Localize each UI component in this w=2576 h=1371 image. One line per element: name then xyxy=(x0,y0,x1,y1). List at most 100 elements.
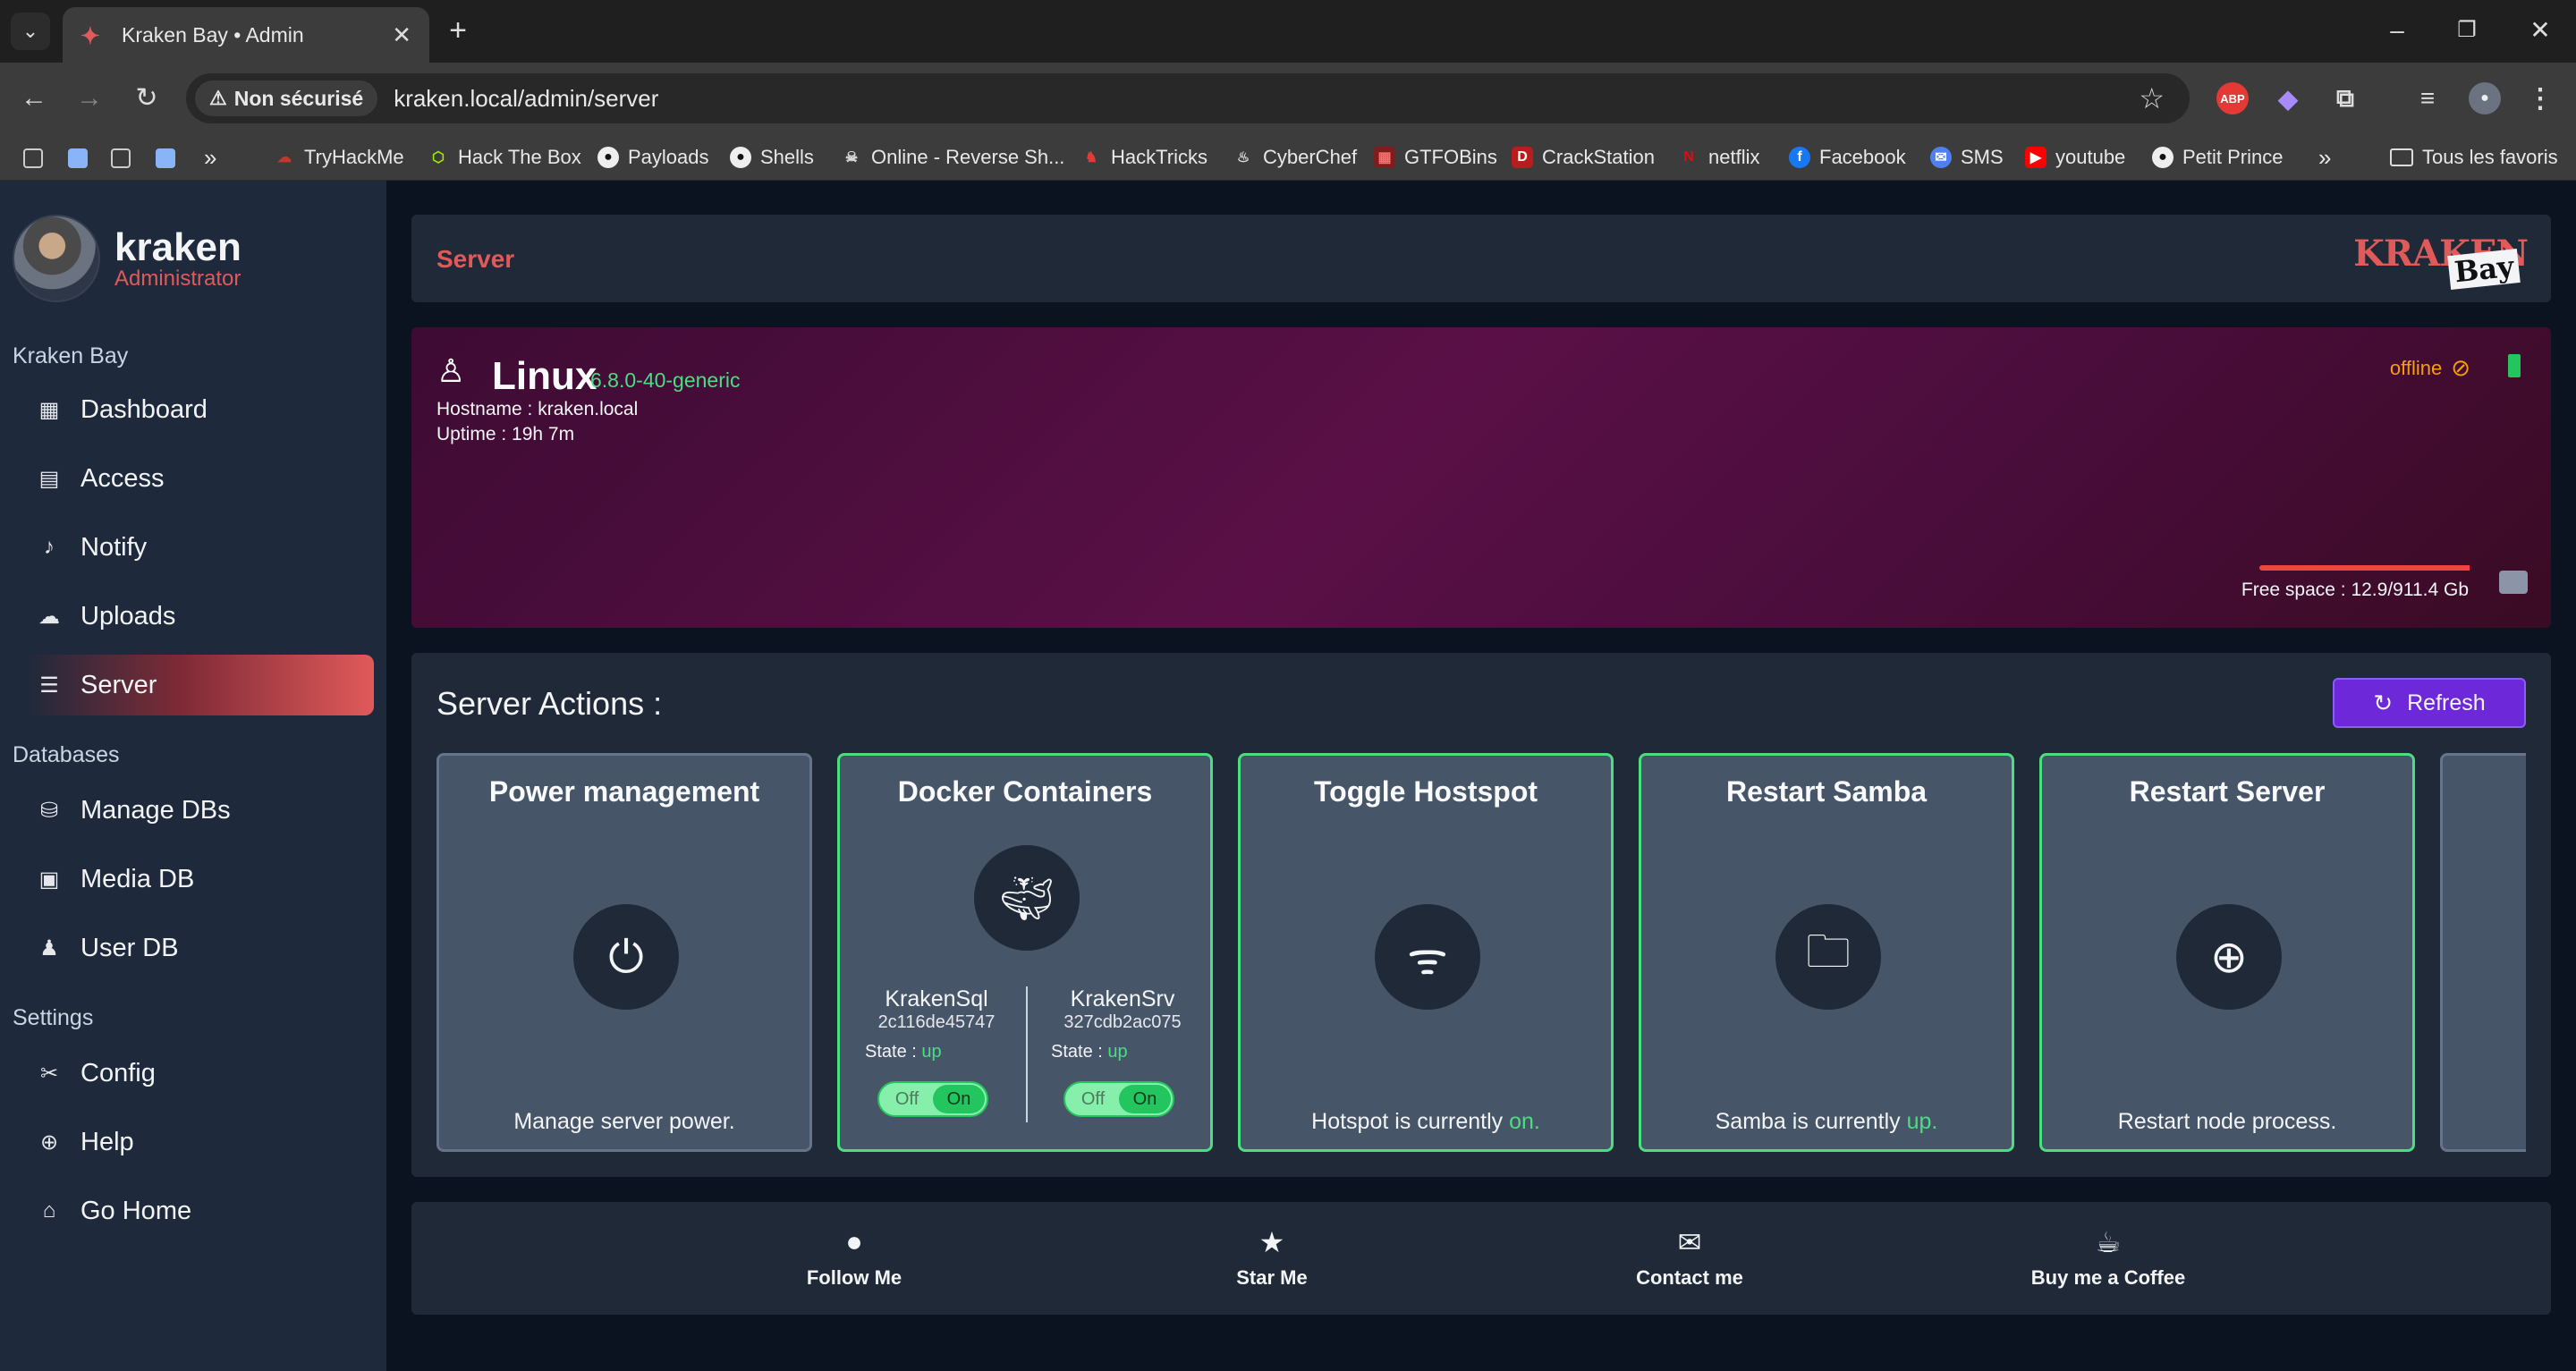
globe-icon[interactable]: ⊕ xyxy=(2176,904,2282,1010)
extension-diamond-icon[interactable]: ◆ xyxy=(2272,82,2304,114)
container-divider xyxy=(1026,986,1028,1122)
bookmark-facebook[interactable]: f Facebook xyxy=(1789,143,1906,172)
sidebar-item-access[interactable]: ▤ Access xyxy=(25,448,374,509)
bookmark-gtfobins[interactable]: ▦ GTFOBins xyxy=(1374,143,1497,172)
restart-server-card[interactable]: Restart Server ⊕ Restart node process. xyxy=(2039,753,2415,1152)
bookmarks-more-chevron[interactable]: » xyxy=(2318,143,2331,172)
sidebar-item-go-home[interactable]: ⌂ Go Home xyxy=(25,1181,374,1241)
star-me-link[interactable]: ★ Star Me xyxy=(1182,1225,1361,1290)
sidebar-item-help[interactable]: ⊕ Help xyxy=(25,1112,374,1172)
reload-button[interactable]: ↻ xyxy=(129,80,165,116)
folder-icon xyxy=(2390,148,2413,166)
toggle-hotspot-card[interactable]: Toggle Hostspot ᯤ Hotspot is currently o… xyxy=(1238,753,1614,1152)
sidebar-item-manage-dbs[interactable]: ⛁ Manage DBs xyxy=(25,780,374,841)
tab-search-button[interactable]: ⌄ xyxy=(11,13,50,50)
bookmark-petit-prince[interactable]: ● Petit Prince xyxy=(2152,143,2284,172)
bookmarks-overflow-chevron[interactable]: » xyxy=(204,143,216,172)
sidebar-item-dashboard[interactable]: ▦ Dashboard xyxy=(25,379,374,440)
bookmark-hacktricks[interactable]: ♞ HackTricks xyxy=(1080,143,1208,172)
sidebar-item-media-db[interactable]: ▣ Media DB xyxy=(25,849,374,910)
user-role: Administrator xyxy=(114,267,242,291)
bookmark-crackstation[interactable]: D CrackStation xyxy=(1512,143,1655,172)
os-name: Linux xyxy=(492,354,597,398)
bookmark-square-icon[interactable] xyxy=(68,148,88,168)
bookmark-youtube[interactable]: ▶ youtube xyxy=(2025,143,2125,172)
bookmark-netflix[interactable]: Nnetflix xyxy=(1678,143,1759,172)
security-chip[interactable]: ⚠ Non sécurisé xyxy=(195,80,378,116)
card-description: Restart node process. xyxy=(2117,1109,2337,1134)
bookmark-payloads[interactable]: ● Payloads xyxy=(597,143,709,172)
chef-hat-icon: ♨ xyxy=(1236,150,1250,165)
adblock-extension-icon[interactable]: ABP xyxy=(2216,82,2249,114)
bookmark-tryhackme[interactable]: ☁ TryHackMe xyxy=(274,143,404,172)
card-title: Restart Samba xyxy=(1725,775,1928,808)
browser-menu-icon[interactable]: ⋮ xyxy=(2524,82,2556,114)
sidebar-item-config[interactable]: ✂ Config xyxy=(25,1043,374,1104)
netflix-icon: N xyxy=(1683,149,1694,165)
tab-title: Kraken Bay • Admin xyxy=(122,22,304,47)
wifi-off-icon: ⊘ xyxy=(2451,354,2470,381)
bookmark-square-icon[interactable] xyxy=(111,148,131,168)
new-tab-button[interactable]: + xyxy=(440,13,476,48)
minimize-button[interactable]: – xyxy=(2379,13,2415,48)
hostname: Hostname : kraken.local xyxy=(436,399,639,419)
bookmark-cyberchef[interactable]: ♨ CyberChef xyxy=(1233,143,1357,172)
power-icon[interactable]: ⏻ xyxy=(573,904,679,1010)
krakensrv-toggle[interactable]: Off On xyxy=(1063,1081,1174,1117)
power-management-card[interactable]: Power management ⏻ Manage server power. xyxy=(436,753,812,1152)
address-bar[interactable]: ⚠ Non sécurisé kraken.local/admin/server… xyxy=(186,73,2190,123)
follow-me-link[interactable]: ● Follow Me xyxy=(765,1225,944,1290)
restart-samba-card[interactable]: Restart Samba 🗀︎ Samba is currently up. xyxy=(1639,753,2014,1152)
toggle-on-label: On xyxy=(933,1085,985,1113)
star-icon: ★ xyxy=(1258,1226,1285,1258)
krakensql-toggle[interactable]: Off On xyxy=(877,1081,988,1117)
avatar[interactable] xyxy=(13,215,100,302)
extensions-puzzle-icon[interactable]: ⧉ xyxy=(2329,82,2361,114)
maximize-button[interactable]: ❐ xyxy=(2449,13,2485,48)
back-button[interactable]: ← xyxy=(16,80,52,116)
bookmark-square-icon[interactable] xyxy=(156,148,175,168)
wifi-icon[interactable]: ᯤ xyxy=(1375,904,1480,1010)
docker-icon: 🐳︎ xyxy=(974,845,1080,951)
footer-label: Buy me a Coffee xyxy=(2030,1266,2186,1289)
sidebar-item-notify[interactable]: ♪ Notify xyxy=(25,517,374,578)
url-text[interactable]: kraken.local/admin/server xyxy=(394,85,2139,113)
browser-tab[interactable]: ✦ Kraken Bay • Admin ✕ xyxy=(63,7,429,63)
close-window-button[interactable]: ✕ xyxy=(2522,13,2558,48)
user-name: kraken xyxy=(114,225,242,269)
container-id: 2c116de45747 xyxy=(877,1012,996,1032)
bookmark-square-icon[interactable] xyxy=(23,148,43,168)
refresh-button[interactable]: ↻ Refresh xyxy=(2333,678,2526,728)
contact-me-link[interactable]: ✉ Contact me xyxy=(1600,1225,1779,1290)
bookmark-hackthebox[interactable]: ⬡ Hack The Box xyxy=(428,143,581,172)
system-info-card: ♙ Linux 6.8.0-40-generic Hostname : krak… xyxy=(411,327,2551,628)
forward-button[interactable]: → xyxy=(72,80,107,116)
profile-avatar-icon[interactable]: ● xyxy=(2469,82,2501,114)
card-description: Hotspot is currently on. xyxy=(1311,1109,1540,1134)
linux-penguin-icon: ♙ xyxy=(436,352,466,389)
crackstation-icon: D xyxy=(1512,147,1533,168)
bookmark-sms[interactable]: ✉ SMS xyxy=(1930,143,2004,172)
id-card-icon: ▤ xyxy=(38,466,60,491)
battery-icon xyxy=(2508,354,2521,377)
container-name: KrakenSql xyxy=(885,986,988,1011)
bookmark-shells[interactable]: ● Shells xyxy=(730,143,814,172)
footer-label: Follow Me xyxy=(806,1266,902,1289)
close-tab-icon[interactable]: ✕ xyxy=(392,21,411,49)
page-title: Server xyxy=(436,245,515,273)
buy-me-a-coffee-link[interactable]: ☕︎ Buy me a Coffee xyxy=(2019,1225,2198,1290)
sidebar-item-user-db[interactable]: ♟ User DB xyxy=(25,918,374,978)
card-title: Power management xyxy=(488,775,760,808)
browser-toolbar: ← → ↻ ⚠ Non sécurisé kraken.local/admin/… xyxy=(0,63,2576,134)
card-title: Toggle Hostspot xyxy=(1313,775,1538,808)
media-control-icon[interactable]: ≡ xyxy=(2411,82,2444,114)
sidebar-item-uploads[interactable]: ☁ Uploads xyxy=(25,586,374,647)
bookmark-star-icon[interactable]: ☆ xyxy=(2139,81,2165,115)
shared-folder-icon[interactable]: 🗀︎ xyxy=(1775,904,1881,1010)
warning-icon: ⚠ xyxy=(209,87,227,109)
toggle-on-label: On xyxy=(1119,1085,1171,1113)
sidebar-item-server[interactable]: ☰ Server xyxy=(25,655,374,715)
all-bookmarks-folder[interactable]: Tous les favoris xyxy=(2390,143,2558,172)
bookmark-reverse-shell[interactable]: ☠ Online - Reverse Sh... xyxy=(841,143,1065,172)
lifebuoy-icon: ⊕ xyxy=(39,1130,59,1155)
